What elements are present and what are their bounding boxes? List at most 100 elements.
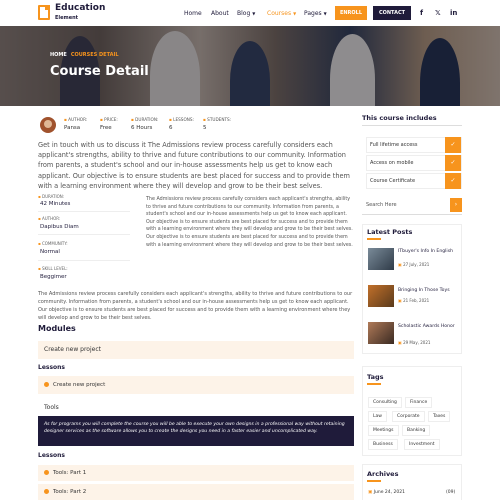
post-title[interactable]: Bringing In Those Toys	[398, 288, 458, 294]
page-title: Course Detail	[50, 64, 149, 79]
lessons-heading: Lessons	[38, 452, 65, 459]
meta-price-label: PRICE:	[100, 117, 118, 122]
include-mobile-access: Access on mobile ✓	[366, 155, 462, 171]
post-thumbnail[interactable]	[368, 248, 394, 270]
nav-blog-label: Blog	[237, 10, 251, 17]
play-icon	[44, 382, 49, 387]
tag-finance[interactable]: Finance	[405, 397, 433, 408]
tag-law[interactable]: Law	[368, 411, 387, 422]
heading-underline	[367, 480, 381, 482]
meta-duration-value: 6 Hours	[131, 125, 153, 131]
archive-item[interactable]: ▣ June 24, 2021	[368, 490, 405, 495]
tag-corporate[interactable]: Corporate	[392, 411, 425, 422]
tag-taxes[interactable]: Taxes	[428, 411, 451, 422]
site-header: Education Element Home About Blog ▼ Cours…	[0, 0, 500, 26]
logo-book-icon[interactable]	[38, 5, 50, 20]
lesson-item[interactable]: Tools: Part 2	[38, 484, 354, 500]
info-community-label: COMMUNITY:	[38, 241, 68, 246]
archive-date: June 24, 2021	[373, 490, 405, 495]
meta-author-label: AUTHOR:	[64, 117, 87, 122]
info-community-value: Normal	[40, 249, 60, 255]
module-create-project[interactable]: Create new project	[38, 341, 354, 359]
meta-duration-label: DURATION:	[131, 117, 158, 122]
hero-banner: HOME COURSES DETAIL Course Detail	[0, 26, 500, 106]
meta-author-value: Pansa	[64, 125, 81, 131]
tag-meetings[interactable]: Meetings	[368, 425, 399, 436]
heading-underline	[367, 383, 381, 385]
nav-about[interactable]: About	[211, 10, 229, 17]
lesson-item[interactable]: Create new project	[38, 376, 354, 394]
meta-lessons-label: LESSONS:	[169, 117, 194, 122]
nav-courses-label: Courses	[267, 10, 292, 17]
post-thumbnail[interactable]	[368, 285, 394, 307]
course-description-text: The Admissions review process carefully …	[146, 197, 353, 248]
course-detail-paragraph: The Admissions review process carefully …	[38, 291, 353, 321]
post-date: 27 July, 2021	[398, 262, 429, 267]
calendar-icon: ▣	[368, 490, 373, 495]
archive-count: (09)	[446, 490, 456, 495]
include-lifetime-access: Full lifetime access ✓	[366, 137, 462, 153]
breadcrumb-home[interactable]: HOME	[50, 52, 67, 58]
linkedin-icon[interactable]: in	[450, 9, 457, 17]
meta-students-label: STUDENTS:	[203, 117, 231, 122]
meta-lessons-value: 6	[169, 125, 173, 131]
chevron-down-icon: ▼	[252, 11, 256, 16]
nav-courses[interactable]: Courses ▼	[267, 10, 296, 17]
heading-underline	[367, 238, 381, 240]
post-date: 29 May, 2021	[398, 340, 430, 345]
chevron-down-icon: ▼	[323, 11, 327, 16]
chevron-down-icon: ▼	[293, 11, 297, 16]
enroll-button[interactable]: ENROLL	[335, 6, 367, 20]
info-duration-value: 42 Minutes	[40, 201, 71, 207]
include-label: Full lifetime access	[370, 142, 418, 148]
include-label: Access on mobile	[370, 160, 414, 166]
tag-business[interactable]: Business	[368, 439, 398, 450]
archives-heading: Archives	[367, 470, 399, 478]
include-label: Course Certificate	[370, 178, 416, 184]
post-thumbnail[interactable]	[368, 322, 394, 344]
lesson-label: Tools: Part 2	[53, 489, 87, 495]
divider	[362, 214, 462, 215]
lesson-label: Create new project	[53, 382, 106, 388]
facebook-icon[interactable]: f	[420, 9, 423, 17]
lesson-item[interactable]: Tools: Part 1	[38, 465, 354, 481]
search-input[interactable]: Search Here	[366, 202, 397, 208]
info-author-value: Dapibus Diam	[40, 224, 79, 230]
nav-blog[interactable]: Blog ▼	[237, 10, 255, 17]
check-icon: ✓	[445, 173, 461, 189]
latest-posts-heading: Latest Posts	[367, 228, 413, 236]
post-title[interactable]: Scholastic Awards Honor	[398, 324, 458, 330]
include-certificate: Course Certificate ✓	[366, 173, 462, 189]
logo-title[interactable]: Education	[55, 3, 105, 13]
module-tools[interactable]: Tools	[38, 399, 354, 416]
divider	[362, 125, 462, 126]
nav-pages-label: Pages	[304, 10, 322, 17]
info-skill-value: Beggimer	[40, 274, 67, 280]
breadcrumb: HOME COURSES DETAIL	[50, 52, 119, 58]
course-intro-text: Get in touch with us to discuss it The A…	[38, 141, 350, 190]
chevron-right-icon: ›	[454, 201, 458, 208]
contact-button[interactable]: CONTACT	[373, 6, 411, 20]
tools-description: As for programs you will complete the co…	[38, 416, 354, 446]
nav-pages[interactable]: Pages ▼	[304, 10, 327, 17]
info-duration-label: DURATION:	[38, 194, 64, 199]
tag-banking[interactable]: Banking	[402, 425, 431, 436]
meta-price-value: Free	[100, 125, 112, 131]
twitter-icon[interactable]: 𝕏	[435, 9, 441, 17]
info-skill-label: SKILL LEVEL:	[38, 266, 68, 271]
check-icon: ✓	[445, 137, 461, 153]
post-title[interactable]: ITbuyer's Info In English	[398, 249, 458, 255]
check-icon: ✓	[445, 155, 461, 171]
lesson-label: Tools: Part 1	[53, 470, 87, 476]
search-button[interactable]: ›	[450, 198, 462, 212]
tag-consulting[interactable]: Consulting	[368, 397, 402, 408]
author-avatar	[40, 117, 56, 133]
tag-investment[interactable]: Investment	[404, 439, 440, 450]
post-date: 21 Feb, 2021	[398, 298, 429, 303]
course-includes-heading: This course includes	[362, 114, 437, 122]
breadcrumb-current: COURSES DETAIL	[70, 52, 119, 58]
nav-home[interactable]: Home	[184, 10, 202, 17]
lessons-heading: Lessons	[38, 364, 65, 371]
play-icon	[44, 489, 49, 494]
logo-subtitle: Element	[55, 15, 79, 21]
